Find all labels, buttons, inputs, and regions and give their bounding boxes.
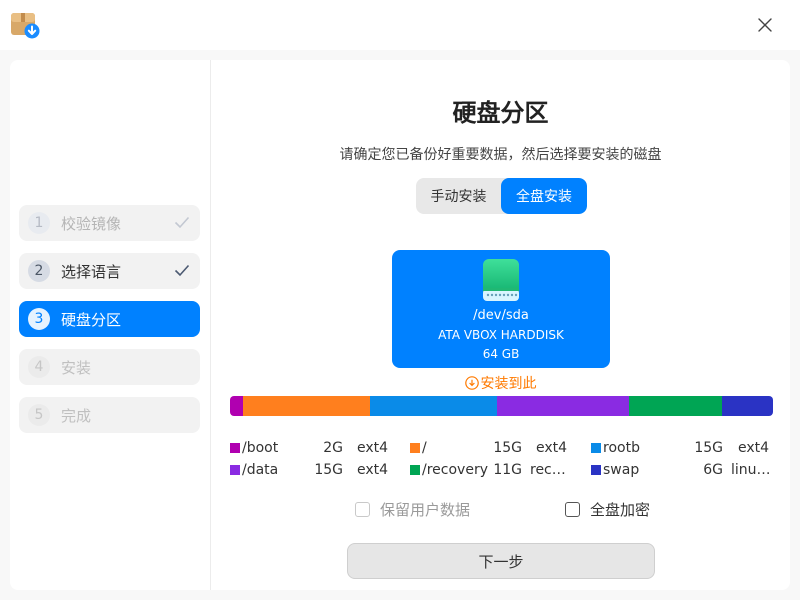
partition-name: rootb [603,440,640,456]
step-label: 选择语言 [61,262,122,281]
step-number: 4 [28,356,50,378]
checkbox-box[interactable] [565,502,580,517]
disk-model: ATA VBOX HARDDISK [438,328,564,342]
legend-swatch [591,465,601,475]
step-number: 3 [28,308,50,330]
installer-window: 1 校验镜像 2 选择语言 3 硬盘分区 4 安装 5 完成 硬盘分区 请确定您… [10,60,790,590]
partition-name: swap [603,462,640,478]
keep-user-data-checkbox[interactable]: 保留用户数据 [355,499,470,520]
steps-sidebar: 1 校验镜像 2 选择语言 3 硬盘分区 4 安装 5 完成 [10,60,211,590]
keep-user-data-label: 保留用户数据 [380,501,471,519]
partition-fs: ext4 [357,462,389,478]
page-subtitle: 请确定您已备份好重要数据，然后选择要安装的磁盘 [339,147,662,163]
step-label: 校验镜像 [61,214,122,233]
partition-size: 15G [314,462,343,478]
disk-size: 64 GB [482,347,520,361]
download-circle-icon [464,376,479,390]
partition-content: 硬盘分区 请确定您已备份好重要数据，然后选择要安装的磁盘 手动安装 全盘安装 /… [211,60,790,590]
step-select-language: 2 选择语言 [19,253,200,289]
step-verify-image: 1 校验镜像 [19,205,200,241]
partition-fs: ext4 [357,440,389,456]
partition-bar-boot [230,396,243,416]
partition-bar-data [497,396,629,416]
partition-name: /boot [242,440,279,456]
partition-size: 11G [493,462,522,478]
close-icon [758,18,772,32]
checkbox-box[interactable] [355,502,370,517]
partition-bar [230,396,773,416]
legend-item: /recovery 11G rec… [410,460,570,480]
partition-fs: ext4 [738,440,770,456]
step-number: 1 [28,212,50,234]
legend-item: swap 6G linu… [591,460,771,480]
title-bar [0,0,800,50]
tab-full-disk-install[interactable]: 全盘安装 [501,178,587,214]
tab-manual-install[interactable]: 手动安装 [416,178,501,214]
partition-bar-swap [722,396,773,416]
legend-swatch [410,465,420,475]
partition-bar-rootb [370,396,497,416]
legend-swatch [230,465,240,475]
step-disk-partition: 3 硬盘分区 [19,301,200,337]
check-icon [174,264,190,277]
partition-size: 15G [493,440,522,456]
legend-item: / 15G ext4 [410,438,570,458]
check-icon [174,216,190,229]
close-button[interactable] [752,12,778,38]
page-title: 硬盘分区 [452,99,549,127]
legend-swatch [591,443,601,453]
legend-swatch [230,443,240,453]
install-target-hint: 安装到此 [211,373,790,393]
step-number: 2 [28,260,50,282]
hard-disk-icon [483,259,519,301]
next-button[interactable]: 下一步 [347,543,655,579]
install-here-label: 安装到此 [480,376,537,392]
installer-icon [11,13,40,39]
partition-bar-root [243,396,370,416]
partition-name: /recovery [422,462,488,478]
disk-card[interactable]: /dev/sda ATA VBOX HARDDISK 64 GB [392,250,610,368]
partition-fs: rec… [530,462,566,478]
step-label: 完成 [61,406,92,425]
partition-size: 2G [323,440,343,456]
partition-legend: /boot 2G ext4 / 15G ext4 rootb 15G ext4 … [230,438,773,488]
step-number: 5 [28,404,50,426]
partition-size: 15G [694,440,723,456]
disk-path: /dev/sda [473,308,529,323]
full-disk-encryption-checkbox[interactable]: 全盘加密 [565,499,650,520]
legend-item: rootb 15G ext4 [591,438,770,458]
partition-fs: linu… [731,462,771,478]
legend-item: /boot 2G ext4 [230,438,390,458]
step-label: 安装 [61,358,92,377]
legend-item: /data 15G ext4 [230,460,390,480]
step-install: 4 安装 [19,349,200,385]
step-finish: 5 完成 [19,397,200,433]
partition-bar-recovery [629,396,722,416]
partition-name: /data [242,462,279,478]
full-disk-encryption-label: 全盘加密 [590,501,651,519]
legend-swatch [410,443,420,453]
install-mode-switch: 手动安装 全盘安装 [416,178,587,214]
partition-name: / [422,440,427,456]
partition-fs: ext4 [536,440,568,456]
partition-size: 6G [703,462,723,478]
step-label: 硬盘分区 [61,310,122,329]
